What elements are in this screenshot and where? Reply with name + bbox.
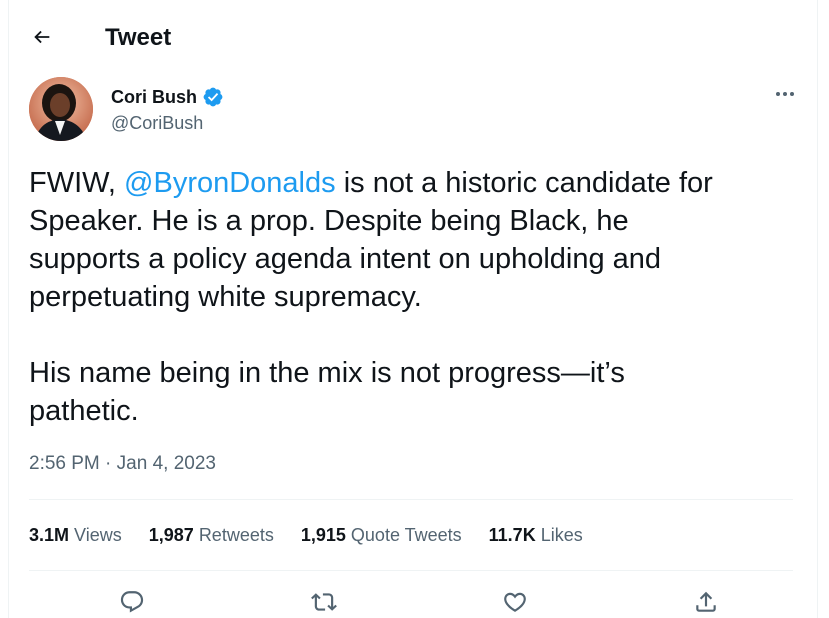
divider-top xyxy=(29,499,793,500)
share-icon xyxy=(696,591,716,612)
share-button[interactable] xyxy=(690,586,722,618)
stat-likes-label: Likes xyxy=(540,525,583,545)
stat-likes[interactable]: 11.7K Likes xyxy=(489,524,583,546)
mention-link[interactable]: @ByronDonalds xyxy=(124,167,336,199)
tweet-stats: 3.1M Views 1,987 Retweets 1,915 Quote Tw… xyxy=(29,524,610,546)
verified-badge-icon xyxy=(203,87,223,107)
tweet-text: FWIW, @ByronDonalds is not a historic ca… xyxy=(29,164,799,430)
tweet-author: Cori Bush @CoriBush xyxy=(29,77,799,143)
tweet-text-body: is not a historic candidate for Speaker.… xyxy=(29,167,713,427)
stat-retweets-value: 1,987 xyxy=(148,525,194,545)
tweet-page: Tweet Cori Bush @CoriBush FWIW, @ByronDo… xyxy=(8,0,818,618)
reply-icon xyxy=(120,591,144,613)
avatar-image xyxy=(29,77,93,141)
avatar[interactable] xyxy=(29,77,93,141)
timestamp-separator: · xyxy=(99,453,117,474)
more-button[interactable] xyxy=(771,82,799,106)
tweet-time[interactable]: 2:56 PM xyxy=(29,453,100,474)
reply-button[interactable] xyxy=(116,586,148,618)
page-header: Tweet xyxy=(9,0,817,76)
stat-retweets[interactable]: 1,987 Retweets xyxy=(149,524,274,546)
tweet-text-intro: FWIW, xyxy=(29,167,125,199)
stat-views-value: 3.1M xyxy=(29,525,70,545)
arrow-left-icon xyxy=(34,30,50,44)
user-handle[interactable]: @CoriBush xyxy=(111,112,203,134)
back-button[interactable] xyxy=(25,20,59,54)
retweet-button[interactable] xyxy=(308,586,340,618)
stat-quote-tweets[interactable]: 1,915 Quote Tweets xyxy=(301,524,462,546)
page-title: Tweet xyxy=(105,24,172,51)
tweet-timestamp: 2:56 PM · Jan 4, 2023 xyxy=(29,452,216,476)
stat-views[interactable]: 3.1M Views xyxy=(29,524,122,546)
tweet-date[interactable]: Jan 4, 2023 xyxy=(117,453,216,474)
retweet-icon xyxy=(311,593,337,611)
display-name[interactable]: Cori Bush xyxy=(111,86,197,108)
stat-quote-tweets-label: Quote Tweets xyxy=(350,525,462,545)
more-horizontal-icon xyxy=(776,92,794,96)
stat-quote-tweets-value: 1,915 xyxy=(300,525,346,545)
stat-retweets-label: Retweets xyxy=(198,525,274,545)
tweet-actions xyxy=(29,586,793,618)
stat-views-label: Views xyxy=(74,525,122,545)
divider-bottom xyxy=(29,570,793,571)
name-row: Cori Bush xyxy=(111,86,224,108)
like-button[interactable] xyxy=(499,586,531,618)
stat-likes-value: 11.7K xyxy=(488,525,536,545)
heart-icon xyxy=(504,592,526,612)
